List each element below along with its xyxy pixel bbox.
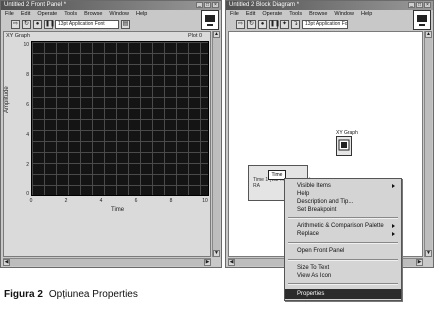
menu-file[interactable]: File [5, 10, 14, 18]
menu-tools[interactable]: Tools [64, 10, 77, 18]
align-icon[interactable]: ▤ [121, 20, 130, 29]
context-menu: Visible Items Help Description and Tip..… [284, 178, 402, 301]
run-continuous-icon[interactable]: ↻ [247, 20, 256, 29]
menu-help[interactable]: Help [361, 10, 372, 18]
minimize-button[interactable]: _ [408, 2, 415, 8]
run-continuous-icon[interactable]: ↻ [22, 20, 31, 29]
menu-file[interactable]: File [230, 10, 239, 18]
scroll-left-icon[interactable]: ◀ [3, 259, 10, 266]
menu-help[interactable]: Help [136, 10, 147, 18]
y-tick: 10 [23, 42, 29, 48]
graph-plot-area[interactable] [31, 41, 209, 196]
menu-edit[interactable]: Edit [246, 10, 255, 18]
xy-graph-terminal[interactable]: XY Graph [336, 130, 358, 156]
menu-separator [288, 283, 398, 285]
menu-item-label: View As Icon [297, 273, 332, 279]
menu-operate[interactable]: Operate [262, 10, 282, 18]
graph-label: XY Graph [6, 33, 31, 39]
scroll-up-icon[interactable]: ▲ [213, 31, 220, 38]
block-diagram-toolbar: ⇨ ↻ ● ❚❚ ✦ ↴ 13pt Application Font [226, 18, 433, 31]
scroll-right-icon[interactable]: ▶ [416, 259, 423, 266]
font-select[interactable]: 13pt Application Font [55, 20, 119, 29]
menu-item-set-breakpoint[interactable]: Set Breakpoint [285, 205, 401, 215]
submenu-arrow-icon [392, 184, 395, 188]
close-button[interactable]: × [424, 2, 431, 8]
menu-operate[interactable]: Operate [37, 10, 57, 18]
y-tick: 0 [26, 191, 29, 197]
front-panel-window: Untitled 2 Front Panel * _ □ × File Edit… [0, 0, 222, 268]
scroll-down-icon[interactable]: ▼ [425, 250, 432, 257]
menu-item-label: Open Front Panel [297, 248, 345, 254]
scroll-right-icon[interactable]: ▶ [204, 259, 211, 266]
figure-caption: Figura 2 Opțiunea Properties [4, 289, 138, 300]
menu-tools[interactable]: Tools [289, 10, 302, 18]
menu-item-label: Properties [297, 291, 325, 297]
abort-icon[interactable]: ● [258, 20, 267, 29]
graph-terminal-icon [338, 139, 350, 151]
close-button[interactable]: × [212, 2, 219, 8]
vi-icon[interactable] [201, 10, 219, 30]
x-tick: 0 [29, 198, 33, 204]
menu-separator [288, 259, 398, 261]
submenu-arrow-icon [392, 232, 395, 236]
scroll-up-icon[interactable]: ▲ [425, 31, 432, 38]
y-tick: 6 [26, 102, 29, 108]
front-panel-menubar: File Edit Operate Tools Browse Window He… [1, 10, 221, 18]
block-diagram-titlebar[interactable]: Untitled 2 Block Diagram * _ □ × [226, 1, 433, 10]
scroll-down-icon[interactable]: ▼ [213, 250, 220, 257]
submenu-arrow-icon [392, 224, 395, 228]
run-arrow-icon[interactable]: ⇨ [11, 20, 20, 29]
maximize-button[interactable]: □ [416, 2, 423, 8]
front-panel-horizontal-scrollbar[interactable]: ◀ ▶ [3, 258, 211, 266]
y-axis-label: Amplitude [4, 86, 10, 113]
x-tick: 8 [169, 198, 173, 204]
menu-item-label: Set Breakpoint [297, 207, 337, 213]
menu-item-open-front-panel[interactable]: Open Front Panel [285, 246, 401, 256]
font-select[interactable]: 13pt Application Font [302, 20, 348, 29]
menu-window[interactable]: Window [109, 10, 129, 18]
block-diagram-menubar: File Edit Operate Tools Browse Window He… [226, 10, 433, 18]
y-tick: 4 [26, 132, 29, 138]
terminal-label: XY Graph [336, 130, 358, 136]
y-tick: 2 [26, 162, 29, 168]
x-tick: 10 [202, 198, 208, 204]
menu-browse[interactable]: Browse [309, 10, 327, 18]
x-axis-label: Time [111, 207, 125, 213]
y-tick: 8 [26, 72, 29, 78]
front-panel-title: Untitled 2 Front Panel * [4, 2, 67, 8]
scroll-left-icon[interactable]: ◀ [228, 259, 235, 266]
vi-icon[interactable] [413, 10, 431, 30]
menu-item-view-as-icon[interactable]: View As Icon [285, 271, 401, 281]
run-arrow-icon[interactable]: ⇨ [236, 20, 245, 29]
menu-item-replace[interactable]: Replace [285, 229, 401, 239]
block-diagram-vertical-scrollbar[interactable]: ▲ ▼ [424, 31, 432, 257]
menu-edit[interactable]: Edit [21, 10, 30, 18]
menu-item-label: Replace [297, 231, 320, 237]
pause-icon[interactable]: ❚❚ [269, 20, 280, 29]
highlight-execution-icon[interactable]: ✦ [280, 20, 289, 29]
pause-icon[interactable]: ❚❚ [44, 20, 55, 29]
abort-icon[interactable]: ● [33, 20, 42, 29]
menu-separator [288, 242, 398, 244]
menu-item-properties[interactable]: Properties [285, 289, 401, 299]
step-icon[interactable]: ↴ [291, 20, 300, 29]
figure-number: Figura 2 [4, 289, 43, 300]
block-diagram-title: Untitled 2 Block Diagram * [229, 2, 300, 8]
x-tick: 2 [64, 198, 68, 204]
x-tick: 6 [134, 198, 138, 204]
x-tick: 4 [99, 198, 103, 204]
menu-separator [288, 217, 398, 219]
front-panel-titlebar[interactable]: Untitled 2 Front Panel * _ □ × [1, 1, 221, 10]
front-panel-vertical-scrollbar[interactable]: ▲ ▼ [212, 31, 220, 257]
menu-browse[interactable]: Browse [84, 10, 102, 18]
minimize-button[interactable]: _ [196, 2, 203, 8]
figure-caption-text: Opțiunea Properties [48, 289, 138, 300]
front-panel-toolbar: ⇨ ↻ ● ❚❚ 13pt Application Font ▤ [1, 18, 221, 31]
plot-legend[interactable]: Plot 0 [188, 33, 202, 39]
menu-window[interactable]: Window [334, 10, 354, 18]
maximize-button[interactable]: □ [204, 2, 211, 8]
